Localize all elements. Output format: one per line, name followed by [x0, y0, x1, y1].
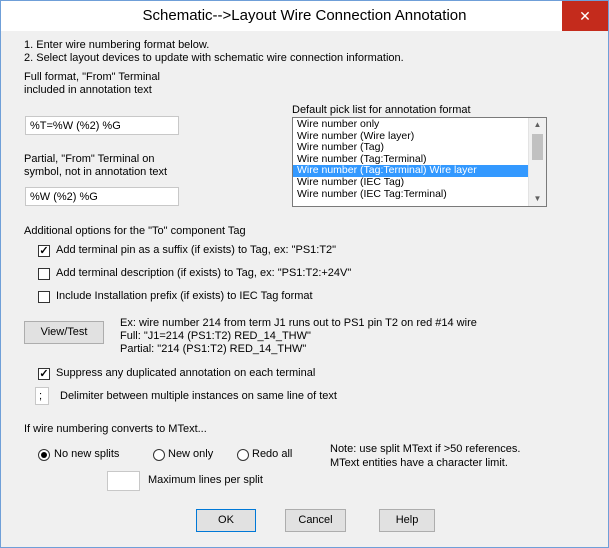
window-title: Schematic-->Layout Wire Connection Annot…: [142, 7, 467, 24]
example-line-3: Partial: "214 (PS1:T2) RED_14_THW": [120, 343, 307, 355]
mtext-heading: If wire numbering converts to MText...: [24, 423, 207, 435]
delimiter-input[interactable]: ;: [35, 387, 49, 405]
max-lines-label: Maximum lines per split: [148, 474, 263, 486]
list-item[interactable]: Wire number (IEC Tag:Terminal): [293, 189, 529, 201]
no-new-splits-label: No new splits: [54, 448, 120, 460]
additional-options-heading: Additional options for the "To" componen…: [24, 225, 246, 237]
partial-format-label-2: symbol, not in annotation text: [24, 166, 168, 178]
checkmark-icon: ✓: [39, 368, 49, 380]
cancel-button[interactable]: Cancel: [285, 509, 346, 532]
example-line-2: Full: "J1=214 (PS1:T2) RED_14_THW": [120, 330, 311, 342]
view-test-button[interactable]: View/Test: [24, 321, 104, 344]
full-format-label-2: included in annotation text: [24, 84, 152, 96]
include-prefix-label: Include Installation prefix (if exists) …: [56, 290, 313, 302]
annotation-format-listbox[interactable]: Wire number only Wire number (Wire layer…: [292, 117, 547, 207]
scroll-down-icon[interactable]: ▼: [529, 192, 546, 206]
checkmark-icon: ✓: [39, 245, 49, 257]
partial-format-label-1: Partial, "From" Terminal on: [24, 153, 155, 165]
close-button[interactable]: ✕: [562, 1, 608, 31]
title-bar[interactable]: Schematic-->Layout Wire Connection Annot…: [1, 1, 608, 31]
add-pin-label: Add terminal pin as a suffix (if exists)…: [56, 244, 337, 256]
list-item[interactable]: Wire number (Tag): [293, 142, 529, 154]
help-button[interactable]: Help: [379, 509, 435, 532]
list-item[interactable]: Wire number (IEC Tag): [293, 177, 529, 189]
instruction-line-2: 2. Select layout devices to update with …: [24, 52, 404, 64]
example-line-1: Ex: wire number 214 from term J1 runs ou…: [120, 317, 477, 329]
list-item[interactable]: Wire number (Wire layer): [293, 131, 529, 143]
suppress-duplicates-checkbox[interactable]: ✓: [38, 368, 50, 380]
mtext-note-line-2: MText entities have a character limit.: [330, 457, 508, 469]
close-icon: ✕: [579, 8, 591, 24]
full-format-input[interactable]: %T=%W (%2) %G: [25, 116, 179, 135]
new-only-radio[interactable]: [153, 449, 165, 461]
list-item[interactable]: Wire number (Tag:Terminal): [293, 154, 529, 166]
delimiter-label: Delimiter between multiple instances on …: [60, 390, 337, 402]
list-item[interactable]: Wire number only: [293, 119, 529, 131]
max-lines-input[interactable]: [107, 471, 140, 491]
add-pin-checkbox[interactable]: ✓: [38, 245, 50, 257]
redo-all-label: Redo all: [252, 448, 293, 460]
annotation-dialog: Schematic-->Layout Wire Connection Annot…: [0, 0, 609, 548]
pick-list-label: Default pick list for annotation format: [292, 104, 471, 116]
radio-selected-dot: [41, 452, 47, 458]
redo-all-radio[interactable]: [237, 449, 249, 461]
mtext-note-line-1: Note: use split MText if >50 references.: [330, 443, 521, 455]
instruction-line-1: 1. Enter wire numbering format below.: [24, 39, 210, 51]
scroll-thumb[interactable]: [532, 134, 543, 160]
scroll-up-icon[interactable]: ▲: [529, 118, 546, 132]
ok-button[interactable]: OK: [196, 509, 256, 532]
listbox-scrollbar[interactable]: ▲ ▼: [528, 118, 546, 206]
add-description-checkbox[interactable]: [38, 268, 50, 280]
full-format-label-1: Full format, "From" Terminal: [24, 71, 160, 83]
partial-format-input[interactable]: %W (%2) %G: [25, 187, 179, 206]
new-only-label: New only: [168, 448, 214, 460]
include-prefix-checkbox[interactable]: [38, 291, 50, 303]
no-new-splits-radio[interactable]: [38, 449, 50, 461]
list-item-selected[interactable]: Wire number (Tag:Terminal) Wire layer: [293, 165, 529, 177]
add-description-label: Add terminal description (if exists) to …: [56, 267, 352, 279]
suppress-duplicates-label: Suppress any duplicated annotation on ea…: [56, 367, 316, 379]
